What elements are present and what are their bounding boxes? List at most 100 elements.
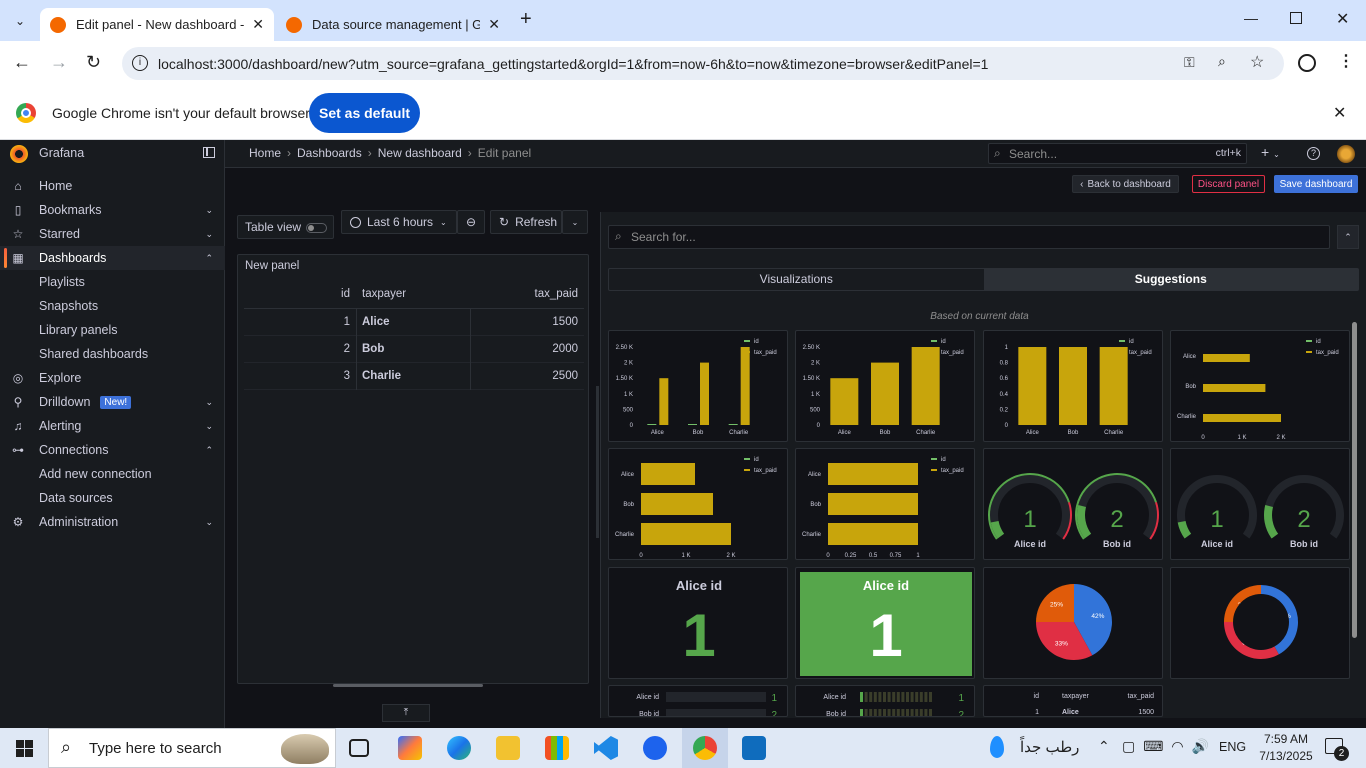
chevron-up-icon[interactable]: ⌃ <box>205 253 213 264</box>
viz-search-input[interactable]: ⌕ Search for... <box>608 225 1330 249</box>
docker-icon[interactable] <box>643 736 667 760</box>
bookmark-star-icon[interactable]: ☆ <box>1250 52 1264 72</box>
weather-drop-icon[interactable] <box>990 736 1004 758</box>
zoom-out-button[interactable]: ⊖ <box>457 210 485 234</box>
chevron-down-icon[interactable]: ⌄ <box>205 517 213 528</box>
suggestion-card-bar[interactable]: 0 500 1 K 1.50 K 2 K 2.50 K Alice Bob Charlie id t… <box>795 330 975 442</box>
vertical-scrollbar[interactable] <box>1352 322 1357 638</box>
address-bar[interactable]: i localhost:3000/dashboard/new?utm_sourc… <box>122 47 1284 80</box>
close-tab-icon[interactable]: ✕ <box>488 16 500 33</box>
close-tab-icon[interactable]: ✕ <box>252 16 264 33</box>
browser-tab-data-sources[interactable]: Data source management | Gra ✕ <box>276 8 510 41</box>
sidebar-item-drilldown[interactable]: ⚲ Drilldown New! ⌄ <box>0 390 225 414</box>
sidebar-item-alerting[interactable]: ♫ Alerting ⌄ <box>0 414 225 438</box>
reload-icon[interactable]: ↻ <box>86 52 101 73</box>
sidebar-item-administration[interactable]: ⚙ Administration ⌄ <box>0 510 225 534</box>
discard-panel-button[interactable]: Discard panel <box>1192 175 1265 193</box>
table-view-toggle[interactable]: Table view <box>237 215 334 239</box>
suggestion-card-bar[interactable]: 0 1 K 2 K Alice Bob Charlie id tax_paid <box>608 448 788 560</box>
back-arrow-icon[interactable]: ← <box>13 52 31 73</box>
suggestion-card-bar[interactable]: 0 0.2 0.4 0.6 0.8 1 Alice Bob Charlie id tax_paid <box>983 330 1163 442</box>
tray-icons[interactable]: ▢⌨◠🔊 <box>1122 738 1217 755</box>
suggestion-card-stat[interactable]: Alice id 1 <box>795 567 975 679</box>
zoom-icon[interactable]: ⌕ <box>1218 53 1226 70</box>
sidebar-item-playlists[interactable]: Playlists <box>0 270 225 294</box>
input-language[interactable]: ENG <box>1219 740 1246 754</box>
set-as-default-button[interactable]: Set as default <box>309 93 420 133</box>
vertical-splitter[interactable] <box>596 386 599 538</box>
chevron-down-icon[interactable]: ⌄ <box>205 229 213 240</box>
sidebar-item-snapshots[interactable]: Snapshots <box>0 294 225 318</box>
suggestion-card-bar[interactable]: 0 0.25 0.5 0.75 1 Alice Bob Charlie id tax_paid <box>795 448 975 560</box>
chevron-down-icon[interactable]: ⌄ <box>205 397 213 408</box>
sidebar-item-add-new-connection[interactable]: Add new connection <box>0 462 225 486</box>
windows-start-icon[interactable] <box>16 740 33 757</box>
dock-menu-icon[interactable] <box>203 147 215 158</box>
help-icon[interactable]: ? <box>1307 147 1320 160</box>
sidebar-item-home[interactable]: ⌂ Home <box>0 174 225 198</box>
search-input[interactable]: ⌕ Search... ctrl+k <box>988 143 1247 164</box>
forward-arrow-icon[interactable]: → <box>50 52 68 73</box>
breadcrumb-dashboards[interactable]: Dashboards <box>297 146 362 160</box>
clock-date[interactable]: 7/13/2025 <box>1256 749 1316 763</box>
minimize-window-icon[interactable]: — <box>1244 10 1258 26</box>
refresh-interval-dropdown[interactable]: ⌄ <box>562 210 588 234</box>
edge-browser-icon[interactable] <box>447 736 471 760</box>
collapse-picker-button[interactable]: ⌃ <box>1337 225 1359 249</box>
toggle-switch[interactable] <box>306 223 327 233</box>
profile-avatar-icon[interactable] <box>1298 54 1316 72</box>
weather-text[interactable]: رطب جداً <box>1020 738 1079 756</box>
tab-visualizations[interactable]: Visualizations <box>609 269 984 290</box>
tab-list-chevron-icon[interactable]: ⌄ <box>10 11 30 31</box>
clock-time[interactable]: 7:59 AM <box>1256 732 1316 746</box>
refresh-button[interactable]: ↻ Refresh <box>490 210 562 234</box>
password-key-icon[interactable]: ⚿ <box>1184 54 1195 71</box>
suggestion-card-table[interactable]: id taxpayer tax_paid 1 Alice 1500 <box>983 685 1163 717</box>
suggestion-card-bar[interactable]: 0 500 1 K 1.50 K 2 K 2.50 K Alice Bob Charlie id t… <box>608 330 788 442</box>
task-view-icon[interactable] <box>349 739 369 757</box>
site-info-icon[interactable]: i <box>132 55 148 71</box>
file-explorer-icon[interactable] <box>496 736 520 760</box>
suggestion-card-gauge[interactable]: 1 Alice id 2 Bob id <box>983 448 1163 560</box>
breadcrumb-home[interactable]: Home <box>249 146 281 160</box>
suggestion-card-bar[interactable]: 0 1 K 2 K Alice Bob Charlie id tax_paid <box>1170 330 1350 442</box>
chrome-icon[interactable] <box>693 736 717 760</box>
suggestion-card-bargauge[interactable]: Alice id 1 Bob id 2 <box>608 685 788 717</box>
grafana-logo-icon[interactable] <box>10 145 28 163</box>
sidebar-item-starred[interactable]: ☆ Starred ⌄ <box>0 222 225 246</box>
sidebar-item-connections[interactable]: ⊶ Connections ⌃ <box>0 438 225 462</box>
back-to-dashboard-button[interactable]: ‹ Back to dashboard <box>1072 175 1179 193</box>
chevron-up-icon[interactable]: ⌃ <box>205 445 213 456</box>
restore-window-icon[interactable] <box>1290 12 1302 24</box>
sidebar-item-data-sources[interactable]: Data sources <box>0 486 225 510</box>
add-menu-icon[interactable]: + ⌄ <box>1261 144 1280 160</box>
microsoft-store-icon[interactable] <box>545 736 569 760</box>
sidebar-item-shared-dashboards[interactable]: Shared dashboards <box>0 342 225 366</box>
suggestion-card-pie[interactable]: 42%33%25% <box>983 567 1163 679</box>
chevron-down-icon[interactable]: ⌄ <box>205 421 213 432</box>
close-window-icon[interactable]: ✕ <box>1336 9 1349 29</box>
suggestion-card-bargauge[interactable]: Alice id 1 Bob id 2 <box>795 685 975 717</box>
chrome-menu-icon[interactable]: ⋮ <box>1338 51 1354 71</box>
taskbar-search-input[interactable]: ⌕ Type here to search <box>48 728 336 768</box>
time-range-picker[interactable]: Last 6 hours ⌄ <box>341 210 457 234</box>
browser-tab-edit-panel[interactable]: Edit panel - New dashboard - D ✕ <box>40 8 274 41</box>
pane-resize-handle[interactable]: ⤒ <box>382 704 430 722</box>
sidebar-item-dashboards[interactable]: ▦ Dashboards ⌃ <box>0 246 225 270</box>
sidebar-item-explore[interactable]: ◎ Explore <box>0 366 225 390</box>
tab-suggestions[interactable]: Suggestions <box>983 269 1358 290</box>
breadcrumb-new-dashboard[interactable]: New dashboard <box>378 146 462 160</box>
suggestion-card-gauge[interactable]: 1 Alice id 2 Bob id <box>1170 448 1350 560</box>
outlook-icon[interactable] <box>742 736 766 760</box>
close-infobar-icon[interactable]: ✕ <box>1333 103 1346 123</box>
vscode-icon[interactable] <box>594 736 618 760</box>
suggestion-card-pie[interactable]: 42%33%25% <box>1170 567 1350 679</box>
copilot-icon[interactable] <box>398 736 422 760</box>
save-dashboard-button[interactable]: Save dashboard <box>1274 175 1358 193</box>
chevron-down-icon[interactable]: ⌄ <box>205 205 213 216</box>
tray-chevron-icon[interactable]: ⌃ <box>1098 738 1110 755</box>
sidebar-item-bookmarks[interactable]: ▯ Bookmarks ⌄ <box>0 198 225 222</box>
sidebar-item-library-panels[interactable]: Library panels <box>0 318 225 342</box>
suggestion-card-stat[interactable]: Alice id 1 <box>608 567 788 679</box>
horizontal-scrollbar[interactable] <box>333 684 483 687</box>
